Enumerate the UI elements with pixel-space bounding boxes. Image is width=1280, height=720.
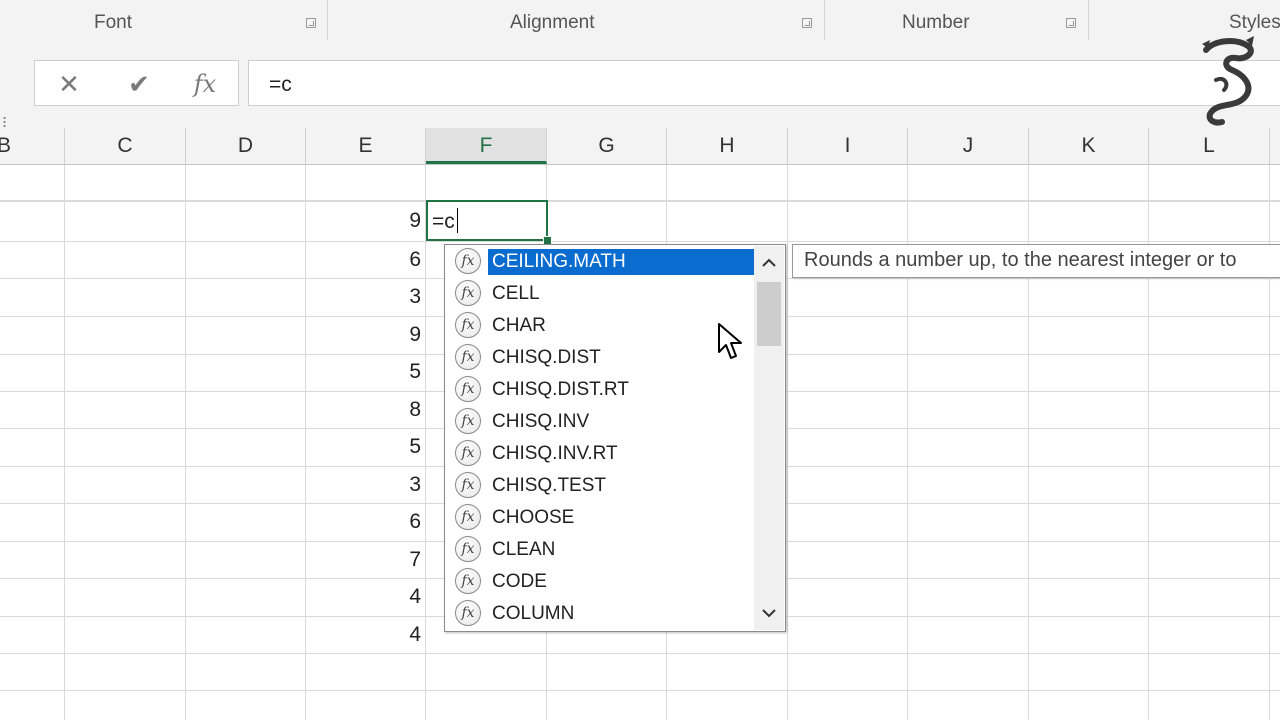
ribbon-group-label: Alignment	[510, 12, 595, 33]
function-name: CHISQ.INV	[492, 411, 590, 432]
active-cell[interactable]: =c	[426, 200, 548, 241]
function-name: CODE	[492, 571, 547, 592]
grid-line	[64, 165, 65, 720]
grid-line	[0, 653, 1280, 654]
active-cell-text: =c	[432, 210, 455, 233]
column-header-c[interactable]: C	[65, 128, 186, 164]
cell-e-value[interactable]: 6	[306, 510, 421, 534]
chevron-up-icon[interactable]	[754, 248, 784, 278]
function-name: CHAR	[492, 315, 546, 336]
column-header-l[interactable]: L	[1149, 128, 1270, 164]
grid-line	[787, 165, 788, 720]
function-name: COLUMN	[492, 603, 575, 624]
ribbon-group-bar: Font Alignment Number Styles	[0, 0, 1280, 41]
column-header-e[interactable]: E	[306, 128, 426, 164]
formula-text: =c	[269, 73, 292, 96]
cell-e-value[interactable]: 3	[306, 473, 421, 497]
function-name: CEILING.MATH	[488, 249, 756, 275]
autocomplete-item[interactable]: fx COLUMN	[453, 598, 753, 628]
function-name: CHISQ.INV.RT	[492, 443, 618, 464]
grid-line	[0, 201, 1280, 202]
formula-input[interactable]: =c	[248, 60, 1280, 106]
column-header-g[interactable]: G	[547, 128, 667, 164]
ribbon-group-label: Styles	[1229, 12, 1280, 33]
column-header-k[interactable]: K	[1029, 128, 1149, 164]
function-name: CELL	[492, 283, 540, 304]
grid-line	[0, 690, 1280, 691]
column-headers: B C D E F G H I J K L	[0, 128, 1280, 165]
column-header-b[interactable]: B	[0, 128, 65, 164]
function-name: CHISQ.DIST	[492, 347, 601, 368]
function-autocomplete-list[interactable]: fx CEILING.MATH fx CELL fx CHAR fx CHISQ…	[444, 244, 786, 632]
function-name: CLEAN	[492, 539, 556, 560]
dragon-logo-icon	[1202, 36, 1254, 126]
cell-e-value[interactable]: 6	[306, 248, 421, 272]
function-icon: fx	[455, 600, 481, 626]
ribbon-group-label: Font	[94, 12, 133, 33]
tooltip-text: Rounds a number up, to the nearest integ…	[804, 249, 1237, 271]
dialog-launcher-icon[interactable]	[306, 18, 316, 28]
function-name: CHISQ.DIST.RT	[492, 379, 629, 400]
autocomplete-item[interactable]: fx CELL	[453, 278, 753, 308]
column-header-i[interactable]: I	[788, 128, 908, 164]
cell-e-value[interactable]: 4	[306, 623, 421, 647]
function-icon: fx	[455, 344, 481, 370]
ribbon-group-font: Font	[0, 0, 328, 40]
enter-icon[interactable]: ✔	[119, 67, 159, 101]
scrollbar-thumb[interactable]	[757, 282, 781, 346]
formula-buttons: ✕ ✔ fx	[34, 60, 239, 106]
function-icon: fx	[455, 280, 481, 306]
function-icon: fx	[455, 248, 481, 274]
column-header-f[interactable]: F	[426, 128, 547, 164]
function-icon: fx	[455, 376, 481, 402]
cell-e-value[interactable]: 7	[306, 548, 421, 572]
function-icon: fx	[455, 536, 481, 562]
autocomplete-item[interactable]: fx CODE	[453, 566, 753, 596]
chevron-down-icon[interactable]	[754, 598, 784, 628]
autocomplete-item[interactable]: fx CLEAN	[453, 534, 753, 564]
autocomplete-item[interactable]: fx CHISQ.TEST	[453, 470, 753, 500]
insert-function-icon[interactable]: fx	[185, 67, 225, 101]
autocomplete-item[interactable]: fx CHISQ.DIST	[453, 342, 753, 372]
grid-line	[185, 165, 186, 720]
function-icon: fx	[455, 312, 481, 338]
text-caret	[457, 208, 458, 233]
autocomplete-scrollbar[interactable]	[754, 246, 784, 630]
autocomplete-item[interactable]: fx CHAR	[453, 310, 753, 340]
function-icon: fx	[455, 568, 481, 594]
cell-e-value[interactable]: 8	[306, 398, 421, 422]
grid-line	[0, 241, 1280, 242]
function-name: CHOOSE	[492, 507, 575, 528]
function-icon: fx	[455, 504, 481, 530]
function-name: CHISQ.TEST	[492, 475, 607, 496]
autocomplete-item[interactable]: fx CHISQ.INV.RT	[453, 438, 753, 468]
autocomplete-item[interactable]: fx CHOOSE	[453, 502, 753, 532]
column-header-h[interactable]: H	[667, 128, 788, 164]
cell-e-value[interactable]: 3	[306, 285, 421, 309]
autocomplete-item[interactable]: fx CEILING.MATH	[453, 246, 756, 276]
grid-line	[425, 165, 426, 720]
dialog-launcher-icon[interactable]	[802, 18, 812, 28]
cell-e-value[interactable]: 5	[306, 435, 421, 459]
dialog-launcher-icon[interactable]	[1066, 18, 1076, 28]
column-header-d[interactable]: D	[186, 128, 306, 164]
autocomplete-item[interactable]: fx CHISQ.INV	[453, 406, 753, 436]
autocomplete-item[interactable]: fx CHISQ.DIST.RT	[453, 374, 753, 404]
cancel-icon[interactable]: ✕	[49, 67, 89, 101]
cell-e-value[interactable]: 9	[306, 209, 421, 233]
ribbon-group-label: Number	[902, 12, 970, 33]
ribbon-group-styles: Styles	[1088, 0, 1280, 40]
ribbon-group-alignment: Alignment	[327, 0, 825, 40]
ribbon-group-number: Number	[824, 0, 1089, 40]
function-icon: fx	[455, 472, 481, 498]
column-header-j[interactable]: J	[908, 128, 1029, 164]
cell-e-value[interactable]: 5	[306, 360, 421, 384]
function-icon: fx	[455, 408, 481, 434]
cell-e-value[interactable]: 4	[306, 585, 421, 609]
mouse-cursor-icon	[718, 323, 742, 359]
function-icon: fx	[455, 440, 481, 466]
cell-e-value[interactable]: 9	[306, 323, 421, 347]
function-tooltip: Rounds a number up, to the nearest integ…	[792, 244, 1280, 278]
